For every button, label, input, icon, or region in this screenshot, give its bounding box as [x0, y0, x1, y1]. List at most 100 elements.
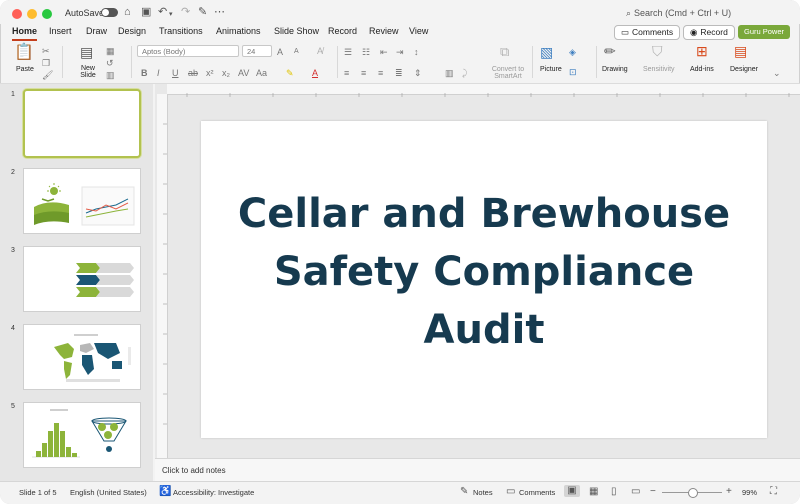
- underline-icon[interactable]: U: [172, 67, 179, 79]
- slide-thumbnail-5[interactable]: [23, 402, 141, 468]
- shapes-icon[interactable]: ◈: [569, 46, 576, 58]
- paste-icon[interactable]: 📋: [14, 45, 34, 61]
- reset-icon[interactable]: ↺: [106, 57, 114, 69]
- zoom-level[interactable]: 99%: [742, 488, 757, 497]
- powerpoint-window: AutoSave ⌂ ▣ ↶ ▾ ↷ ✎ ⋯ ⌕ Search (Cmd + Ct…: [0, 0, 800, 504]
- decrease-indent-icon[interactable]: ⇤: [380, 46, 388, 58]
- text-columns-icon[interactable]: ▥: [445, 67, 454, 79]
- align-right-icon[interactable]: ≡: [378, 67, 383, 79]
- align-left-icon[interactable]: ≡: [344, 67, 349, 79]
- decrease-font-icon[interactable]: A: [294, 46, 299, 58]
- align-center-icon[interactable]: ≡: [361, 67, 366, 79]
- save-icon[interactable]: ▣: [141, 6, 151, 18]
- increase-indent-icon[interactable]: ⇥: [396, 46, 404, 58]
- slide-thumbnail-3[interactable]: [23, 246, 141, 312]
- section-icon[interactable]: ▥: [106, 69, 115, 81]
- slide-number-4: 4: [11, 325, 15, 332]
- superscript-icon[interactable]: x²: [206, 67, 214, 79]
- designer-icon[interactable]: ▤: [734, 44, 747, 58]
- align-text-icon[interactable]: ⇕: [414, 67, 422, 79]
- slide-thumbnail-4[interactable]: [23, 324, 141, 390]
- clear-format-icon[interactable]: A̸: [317, 45, 323, 57]
- comments-button[interactable]: ▭ Comments: [614, 25, 681, 40]
- zoom-window-button[interactable]: [42, 9, 52, 19]
- text-direction-icon[interactable]: ⤸: [462, 67, 467, 79]
- zoom-out-icon[interactable]: −: [650, 486, 656, 497]
- font-size-field[interactable]: 24: [242, 45, 272, 57]
- close-window-button[interactable]: [12, 9, 22, 19]
- undo-icon[interactable]: ↶: [158, 6, 167, 18]
- zoom-slider-knob[interactable]: [688, 488, 698, 498]
- change-case-icon[interactable]: Aa: [256, 67, 267, 79]
- justify-icon[interactable]: ≣: [395, 67, 403, 79]
- character-spacing-icon[interactable]: AV: [238, 67, 249, 79]
- comments-icon[interactable]: ▭: [506, 486, 515, 497]
- ribbon-collapse-icon[interactable]: ⌄: [773, 67, 781, 79]
- autosave-toggle[interactable]: [101, 8, 118, 17]
- bold-icon[interactable]: B: [141, 67, 148, 79]
- smartart-icon[interactable]: ⧉: [500, 45, 509, 58]
- normal-view-icon[interactable]: ▣: [564, 485, 580, 497]
- copy-icon[interactable]: ❐: [42, 57, 50, 69]
- addins-icon[interactable]: ⊞: [696, 44, 708, 58]
- customize-icon[interactable]: ✎: [198, 6, 207, 18]
- tab-view[interactable]: View: [409, 26, 428, 36]
- slide-number-2: 2: [11, 169, 15, 176]
- strikethrough-icon[interactable]: ab: [188, 67, 198, 79]
- slide-thumbnail-2[interactable]: [23, 168, 141, 234]
- subscript-icon[interactable]: x₂: [222, 67, 230, 79]
- fit-to-window-icon[interactable]: ⛶: [770, 486, 777, 497]
- numbering-icon[interactable]: ☷: [362, 46, 370, 58]
- italic-icon[interactable]: I: [157, 67, 160, 79]
- notes-pane[interactable]: Click to add notes: [155, 458, 800, 482]
- line-spacing-icon[interactable]: ↕: [414, 46, 419, 58]
- accessibility-status[interactable]: Accessibility: Investigate: [173, 488, 254, 497]
- highlight-icon[interactable]: ✎: [286, 67, 294, 79]
- slide-number-1: 1: [11, 91, 15, 98]
- new-slide-icon[interactable]: ▤: [80, 45, 93, 59]
- current-slide[interactable]: Cellar and Brewhouse Safety Compliance A…: [201, 121, 767, 438]
- language-status[interactable]: English (United States): [70, 488, 147, 497]
- tab-animations[interactable]: Animations: [216, 26, 261, 36]
- tab-design[interactable]: Design: [118, 26, 146, 36]
- undo-dropdown-icon[interactable]: ▾: [169, 9, 173, 21]
- font-color-icon[interactable]: A: [312, 67, 318, 79]
- slide-title[interactable]: Cellar and Brewhouse Safety Compliance A…: [231, 185, 737, 359]
- textbox-icon[interactable]: ⊡: [569, 66, 577, 78]
- search-icon: ⌕: [626, 8, 632, 18]
- comments-toggle[interactable]: Comments: [519, 488, 555, 497]
- record-button[interactable]: ◉ Record: [683, 25, 735, 40]
- slide-sorter-icon[interactable]: ▦: [589, 486, 598, 497]
- zoom-in-icon[interactable]: +: [726, 486, 732, 497]
- picture-icon[interactable]: ▧: [540, 45, 553, 59]
- slide-thumbnail-1[interactable]: [23, 89, 141, 158]
- tab-draw[interactable]: Draw: [86, 26, 107, 36]
- bullets-icon[interactable]: ☰: [344, 46, 352, 58]
- format-painter-icon[interactable]: 🖌: [42, 69, 53, 81]
- sensitivity-icon[interactable]: ⛉: [652, 44, 663, 58]
- vertical-ruler-ticks: [163, 123, 167, 425]
- increase-font-icon[interactable]: A: [277, 46, 283, 58]
- tab-transitions[interactable]: Transitions: [159, 26, 203, 36]
- slide-title-line-1: Cellar and Brewhouse: [237, 191, 731, 237]
- search-field[interactable]: ⌕ Search (Cmd + Ctrl + U): [626, 8, 731, 19]
- tab-insert[interactable]: Insert: [49, 26, 72, 36]
- slideshow-view-icon[interactable]: ▭: [631, 486, 640, 497]
- guru-power-button[interactable]: Guru Power: [738, 25, 790, 39]
- layout-icon[interactable]: ▦: [106, 45, 115, 57]
- more-icon[interactable]: ⋯: [214, 6, 225, 18]
- tab-review[interactable]: Review: [369, 26, 399, 36]
- tab-slide-show[interactable]: Slide Show: [274, 26, 319, 36]
- home-icon[interactable]: ⌂: [124, 6, 131, 18]
- reading-view-icon[interactable]: ▯: [611, 486, 617, 497]
- tab-record[interactable]: Record: [328, 26, 357, 36]
- tab-home[interactable]: Home: [12, 26, 38, 41]
- redo-icon[interactable]: ↷: [181, 6, 190, 18]
- notes-toggle[interactable]: Notes: [473, 488, 493, 497]
- drawing-icon[interactable]: ✏: [604, 44, 616, 58]
- cut-icon[interactable]: ✂: [42, 45, 50, 57]
- minimize-window-button[interactable]: [27, 9, 37, 19]
- font-name-field[interactable]: Aptos (Body): [137, 45, 239, 57]
- notes-icon[interactable]: ✎: [460, 486, 468, 497]
- accessibility-icon[interactable]: ♿: [159, 486, 171, 497]
